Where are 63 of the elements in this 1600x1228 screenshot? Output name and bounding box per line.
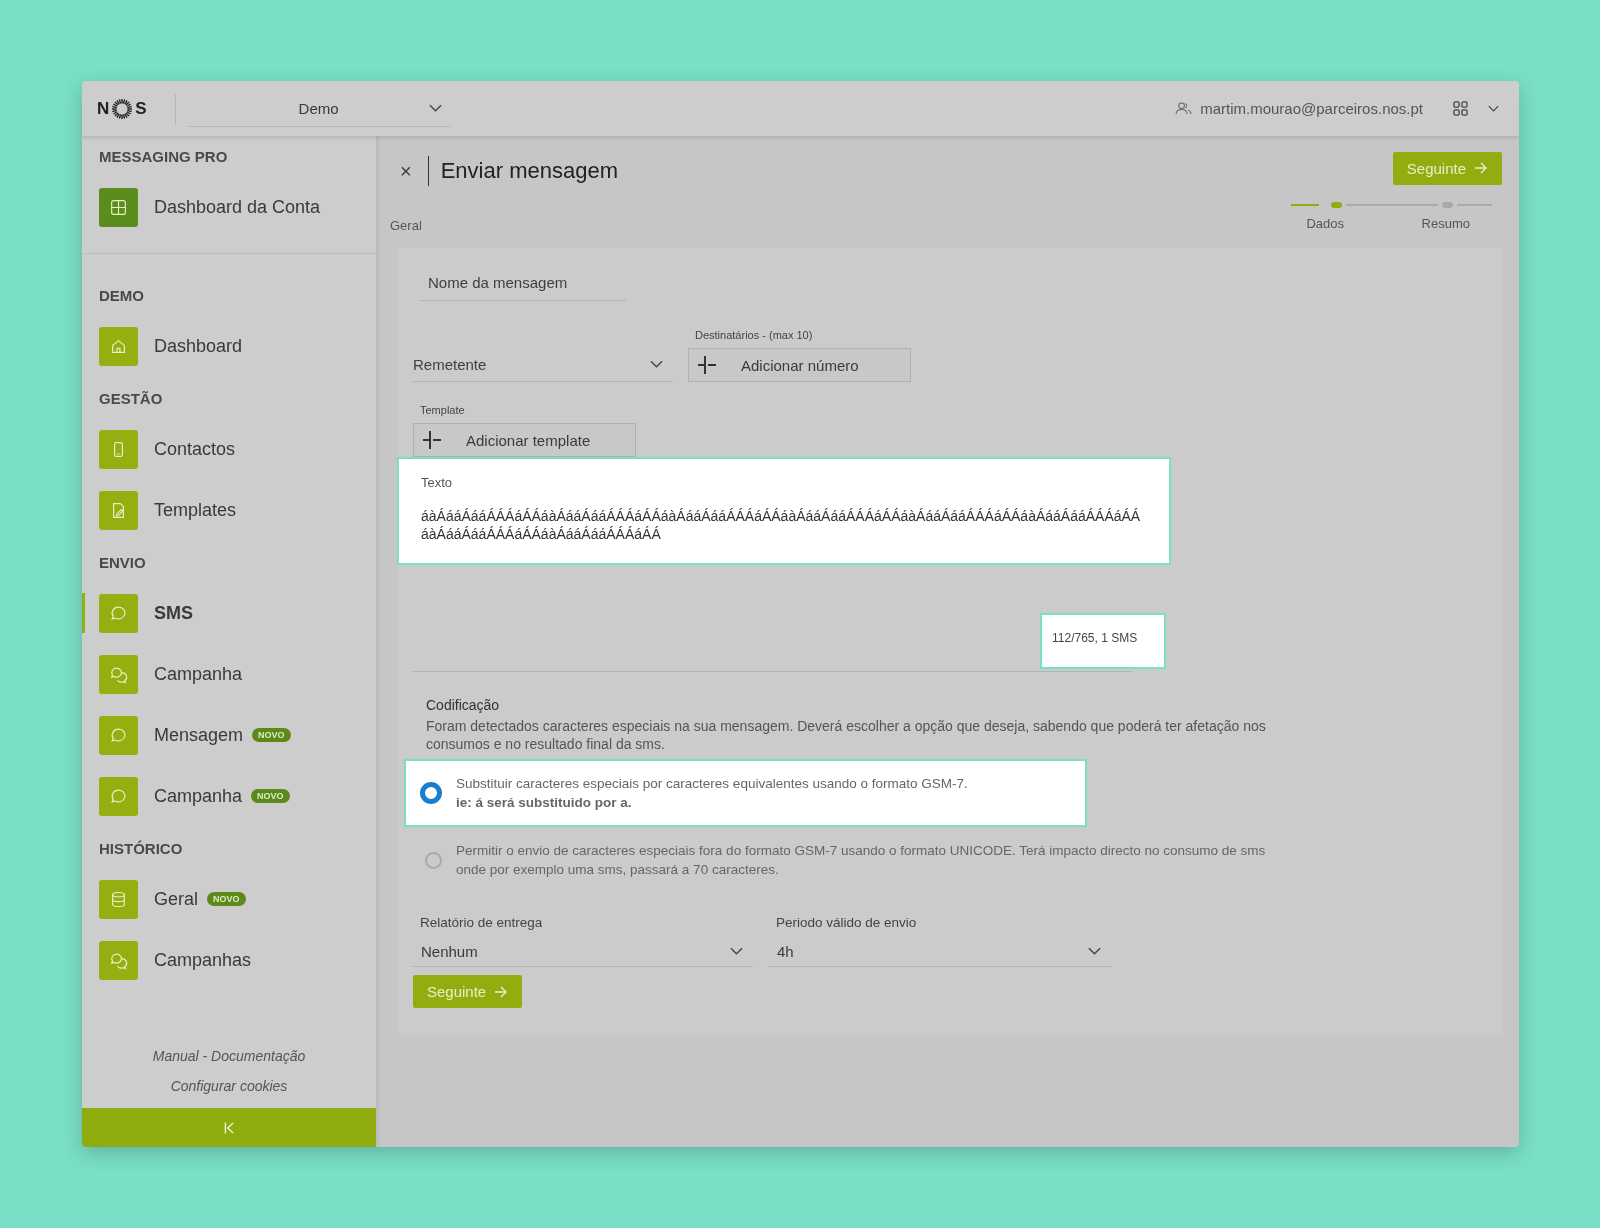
logo-letter: N [97, 98, 110, 119]
section-heading: ENVIO [99, 553, 147, 573]
user-email[interactable]: martim.mourao@parceiros.nos.pt [1200, 100, 1423, 117]
sunburst-logo-icon [110, 96, 135, 121]
character-counter: 112/765, 1 SMS [1040, 613, 1166, 669]
field-label: Periodo válido de envio [776, 915, 918, 930]
message-text: áàÁááÁááÁÁÁáÁÁáàÁááÁááÁÁÁáÁÁáàÁááÁááÁÁÁáÁÁáàÁááÁááÁÁÁáÁÁáàÁááÁááÁÁÁáÁÁáàÁááÁááÁÁÁáÁÁáàÁááÁááÁÁÁáÁÁáàÁááÁááÁÁÁáÁÁ [421, 507, 1142, 543]
nav-item[interactable]: Campanha NOVO [82, 776, 376, 816]
nav-item[interactable]: Campanha [82, 654, 376, 694]
footer-link[interactable]: Manual - Documentação [152, 1048, 306, 1064]
option-text: Substituir caracteres especiais por caracteres equivalentes usando o formato GSM-7. [456, 775, 968, 793]
chevron-down-icon [650, 360, 663, 368]
valid-period-select[interactable]: 4h [769, 936, 1111, 967]
field-label: Destinatários - (max 10) [695, 329, 814, 341]
field-label: Template [420, 404, 466, 416]
nav-item[interactable]: Templates [82, 490, 376, 530]
step-label: Dados [1306, 216, 1344, 231]
footer-link[interactable]: Configurar cookies [170, 1078, 288, 1094]
arrow-right-icon [1474, 162, 1488, 174]
nav-item[interactable]: Dashboard da Conta [82, 187, 376, 227]
nav-item[interactable]: SMS [82, 593, 376, 633]
radio-button[interactable] [420, 782, 442, 804]
nav-item[interactable]: Geral NOVO [82, 879, 376, 919]
collapse-icon [223, 1120, 235, 1135]
nav-item[interactable]: Mensagem NOVO [82, 715, 376, 755]
arrow-right-icon [494, 985, 509, 998]
section-heading: GESTÃO [99, 389, 164, 409]
plus-icon [422, 430, 442, 450]
chevron-down-icon[interactable] [1488, 105, 1499, 112]
section-heading: Codificação [426, 697, 501, 713]
section-heading: HISTÓRICO [99, 839, 184, 859]
nav-item[interactable]: Dashboard [82, 326, 376, 366]
nav-item[interactable]: Campanhas [82, 940, 376, 980]
field-label: Relatório de entrega [420, 915, 544, 930]
page-title: Enviar mensagem [440, 158, 618, 184]
new-badge: NOVO [207, 892, 246, 906]
close-button[interactable]: × [400, 159, 412, 183]
account-select[interactable]: Demo [187, 90, 450, 127]
section-heading: MESSAGING PRO [99, 147, 229, 167]
message-name-field[interactable]: Nome da mensagem [420, 270, 626, 301]
step-label: Geral [390, 218, 422, 233]
option-text: Permitir o envio de caracteres especiais fora do formato GSM-7 usando o formato UNICODE. Terá impacto directo no consumo de sms onde por exemplo uma sms, passará a 70 caracteres. [456, 842, 1267, 879]
option-note: ie: á será substituido por a. [456, 794, 633, 812]
new-badge: NOVO [251, 789, 290, 803]
encoding-description: Foram detectados caracteres especiais na sua mensagem. Deverá escolher a opção que deseja, sabendo que poderá ter afetação nos consumos e no resultado final da sms. [426, 717, 1267, 753]
section-heading: DEMO [99, 286, 145, 306]
radio-button[interactable] [425, 851, 442, 869]
add-number-button[interactable]: Adicionar número [688, 348, 911, 382]
chevron-down-icon [428, 104, 442, 112]
message-text-field[interactable]: Texto áàÁááÁááÁÁÁáÁÁáàÁááÁááÁÁÁáÁÁáàÁááÁááÁÁÁáÁÁáàÁááÁááÁÁÁáÁÁáàÁááÁááÁÁÁáÁÁáàÁááÁááÁÁÁáÁÁáàÁááÁááÁÁÁáÁÁáàÁááÁááÁÁÁáÁÁ [397, 457, 1171, 565]
add-template-button[interactable]: Adicionar template [413, 423, 636, 457]
step-label: Resumo [1421, 216, 1470, 231]
new-badge: NOVO [252, 728, 291, 742]
user-icon [1175, 102, 1193, 115]
field-label: Texto [421, 475, 454, 490]
nav-item[interactable]: Contactos [82, 429, 376, 469]
delivery-report-select[interactable]: Nenhum [413, 936, 753, 967]
chevron-down-icon [1088, 947, 1101, 955]
sender-select[interactable]: Remetente [413, 347, 673, 382]
plus-icon [697, 355, 717, 375]
logo-letter: S [135, 98, 147, 119]
apps-grid-icon[interactable] [1453, 101, 1468, 116]
chevron-down-icon [730, 947, 743, 955]
